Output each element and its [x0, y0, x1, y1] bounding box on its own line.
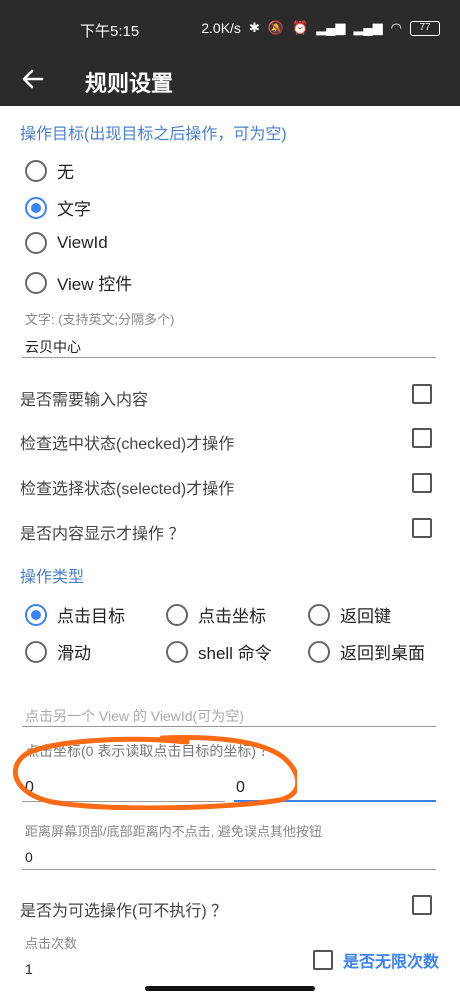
checkbox[interactable]: [412, 428, 432, 448]
target-option-label: ViewId: [57, 233, 108, 252]
radio-selected-icon: [25, 603, 47, 626]
edge-underline: [22, 869, 436, 870]
target-option-none[interactable]: 无: [25, 158, 74, 183]
op-label: shell 命令: [198, 644, 272, 663]
checkbox[interactable]: [313, 950, 333, 970]
status-time: 下午5:15: [80, 23, 140, 40]
viewid-input[interactable]: 点击另一个 View 的 ViewId(可为空): [25, 706, 244, 726]
viewid-underline: [22, 726, 436, 727]
radio-selected-icon: [25, 196, 47, 219]
text-field-input[interactable]: 云贝中心: [25, 337, 81, 357]
checkbox[interactable]: [412, 895, 432, 915]
op-home[interactable]: 返回到桌面: [308, 639, 425, 664]
clicks-input[interactable]: 1: [25, 961, 33, 977]
op-label: 点击坐标: [198, 607, 266, 626]
signal-icon: ▂▄▆: [316, 20, 346, 35]
radio-icon: [25, 271, 47, 294]
app-bar: 规则设置: [0, 52, 460, 106]
infinite-label: 是否无限次数: [343, 954, 440, 971]
alarm-icon: ⏰: [292, 20, 309, 35]
wifi-icon: ◠: [390, 20, 402, 35]
target-option-label: 无: [57, 163, 74, 182]
mute-icon: 🔕: [267, 20, 285, 35]
check-label: 是否为可选操作(可不执行) ？: [20, 903, 228, 920]
check-checked-state[interactable]: 检查选中状态(checked)才操作: [20, 428, 440, 454]
check-label: 是否内容显示才操作 ？: [20, 526, 185, 543]
network-speed: 2.0K/s: [201, 20, 241, 36]
radio-icon: [308, 640, 330, 663]
op-back-key[interactable]: 返回键: [308, 602, 391, 627]
check-label: 检查选中状态(checked)才操作: [20, 436, 235, 453]
target-option-label: View 控件: [57, 275, 133, 294]
radio-icon: [166, 603, 188, 626]
signal-2-icon: ▂▄▆: [353, 20, 383, 35]
target-section-title: 操作目标(出现目标之后操作，可为空): [20, 126, 287, 143]
text-field-label: 文字: (支持英文;分隔多个): [25, 312, 175, 327]
checkbox[interactable]: [412, 518, 432, 538]
radio-icon: [25, 159, 47, 182]
op-label: 返回键: [340, 607, 391, 626]
checkbox[interactable]: [412, 384, 432, 404]
check-need-input[interactable]: 是否需要输入内容: [20, 384, 440, 410]
op-label: 点击目标: [57, 607, 125, 626]
clicks-label: 点击次数: [25, 936, 78, 951]
target-option-viewid[interactable]: ViewId: [25, 232, 108, 254]
op-click-target[interactable]: 点击目标: [25, 602, 125, 627]
op-click-coord[interactable]: 点击坐标: [166, 602, 266, 627]
check-selected-state[interactable]: 检查选择状态(selected)才操作: [20, 473, 440, 499]
check-content-shown[interactable]: 是否内容显示才操作 ？: [20, 518, 440, 544]
bluetooth-icon: ✱: [248, 20, 260, 35]
text-field-underline: [22, 357, 436, 358]
edge-input[interactable]: 0: [25, 849, 33, 865]
page-title: 规则设置: [85, 71, 174, 96]
radio-icon: [25, 640, 47, 663]
checkbox[interactable]: [412, 473, 432, 493]
target-option-label: 文字: [57, 200, 91, 219]
op-shell[interactable]: shell 命令: [166, 639, 272, 664]
op-type-title: 操作类型: [20, 569, 85, 586]
op-label: 滑动: [57, 644, 91, 663]
edge-label: 距离屏幕顶部/底部距离内不点击, 避免误点其他按钮: [25, 824, 322, 839]
back-arrow-icon[interactable]: [18, 64, 48, 94]
status-icons: 2.0K/s ✱ 🔕 ⏰ ▂▄▆ ▂▄▆ ◠ 77: [201, 20, 440, 36]
target-option-text[interactable]: 文字: [25, 195, 91, 220]
battery-icon: 77: [410, 20, 440, 36]
status-bar: 下午5:15 2.0K/s ✱ 🔕 ⏰ ▂▄▆ ▂▄▆ ◠ 77: [0, 0, 460, 52]
radio-icon: [308, 603, 330, 626]
check-label: 检查选择状态(selected)才操作: [20, 481, 235, 498]
radio-icon: [166, 640, 188, 663]
check-optional[interactable]: 是否为可选操作(可不执行) ？: [20, 895, 440, 921]
radio-icon: [25, 232, 47, 254]
target-option-view[interactable]: View 控件: [25, 270, 132, 295]
check-infinite[interactable]: 是否无限次数: [313, 948, 439, 972]
home-indicator: [145, 986, 315, 991]
annotation-circle: [13, 735, 297, 810]
op-swipe[interactable]: 滑动: [25, 639, 91, 664]
check-label: 是否需要输入内容: [20, 392, 149, 409]
op-label: 返回到桌面: [340, 644, 425, 663]
